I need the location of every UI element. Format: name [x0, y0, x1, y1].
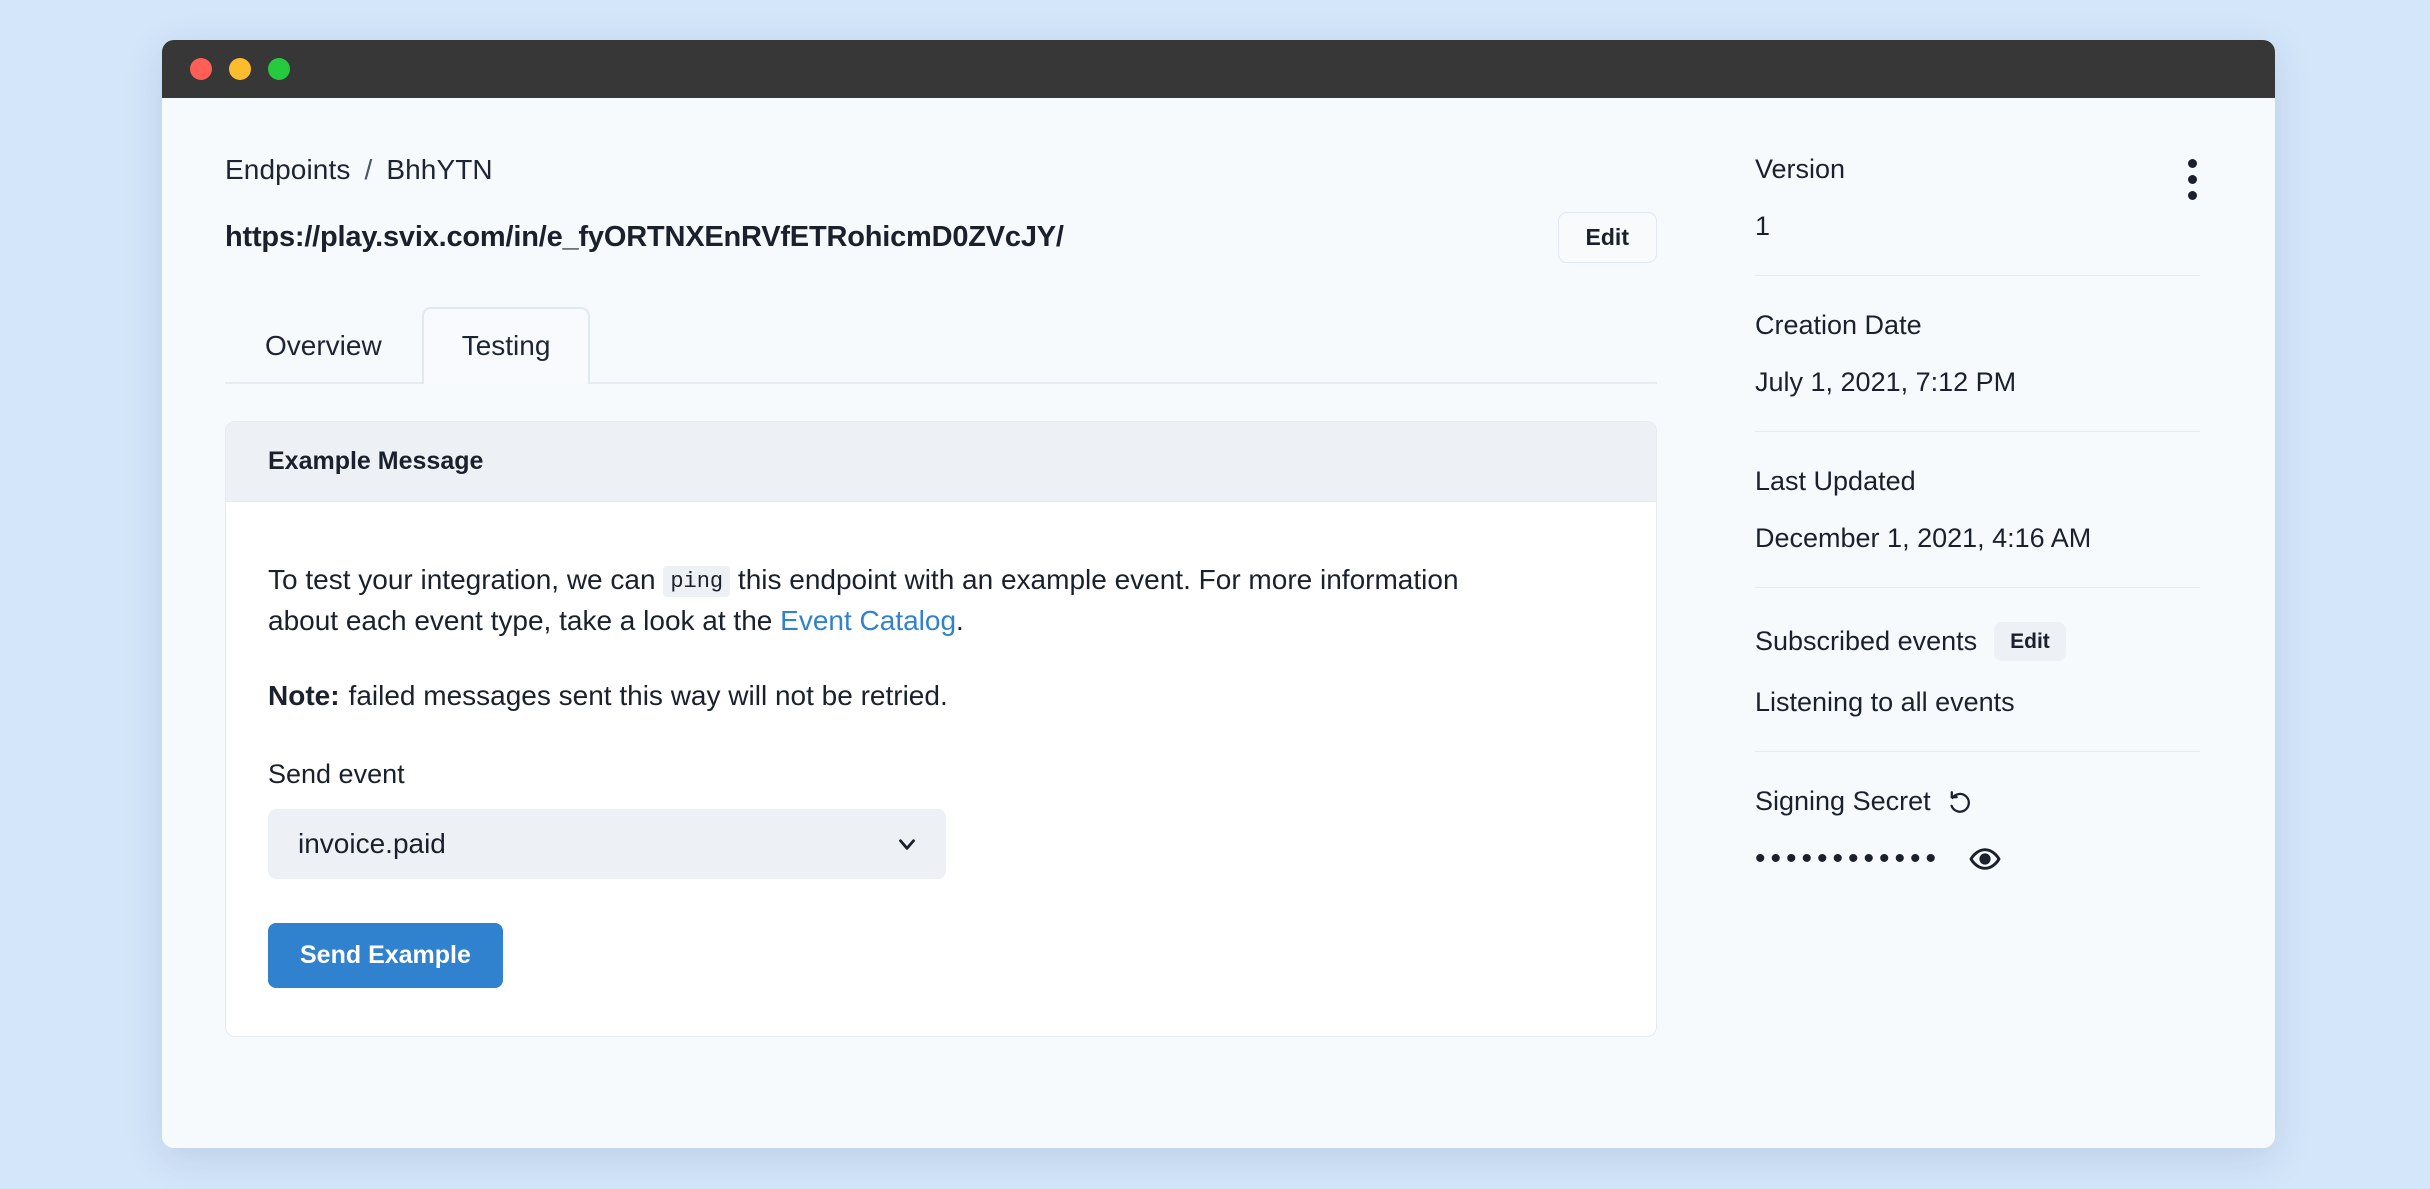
breadcrumb-current: BhhYTN: [386, 154, 492, 186]
kebab-dot-2: [2188, 175, 2197, 184]
version-label: Version: [1755, 154, 2200, 185]
kebab-dot-1: [2188, 159, 2197, 168]
edit-subscribed-events-button[interactable]: Edit: [1994, 622, 2066, 661]
sidebar-section-version: Version 1: [1755, 154, 2200, 275]
note-text: failed messages sent this way will not b…: [349, 680, 948, 711]
paragraph-text-1: To test your integration, we can: [268, 564, 663, 595]
send-example-button[interactable]: Send Example: [268, 923, 503, 988]
app-window: Endpoints / BhhYTN https://play.svix.com…: [162, 40, 2275, 1148]
main-column: Endpoints / BhhYTN https://play.svix.com…: [162, 98, 1697, 1148]
breadcrumb: Endpoints / BhhYTN: [225, 154, 1697, 186]
kebab-dot-3: [2188, 191, 2197, 200]
kebab-menu-icon[interactable]: [2182, 153, 2203, 206]
window-titlebar: [162, 40, 2275, 98]
ping-code-snippet: ping: [663, 566, 730, 597]
sidebar-section-signing-secret: Signing Secret ••••••••••••: [1755, 751, 2200, 908]
last-updated-value: December 1, 2021, 4:16 AM: [1755, 523, 2200, 554]
app-content: Endpoints / BhhYTN https://play.svix.com…: [162, 98, 2275, 1148]
send-event-label: Send event: [268, 759, 1614, 790]
subscribed-events-label-row: Subscribed events Edit: [1755, 622, 2200, 661]
window-maximize-button[interactable]: [268, 58, 290, 80]
sidebar-section-last-updated: Last Updated December 1, 2021, 4:16 AM: [1755, 431, 2200, 587]
note-prefix: Note:: [268, 680, 340, 711]
sidebar-section-subscribed-events: Subscribed events Edit Listening to all …: [1755, 587, 2200, 751]
creation-date-value: July 1, 2021, 7:12 PM: [1755, 367, 2200, 398]
signing-secret-masked-value: ••••••••••••: [1755, 844, 1941, 874]
signing-secret-label-row: Signing Secret: [1755, 786, 2200, 817]
subscribed-events-value: Listening to all events: [1755, 687, 2200, 718]
note-line: Note: failed messages sent this way will …: [268, 680, 1614, 712]
card-body: To test your integration, we can ping th…: [226, 502, 1656, 1036]
window-close-button[interactable]: [190, 58, 212, 80]
send-event-select-wrapper: invoice.paid: [268, 809, 946, 879]
sidebar-section-creation-date: Creation Date July 1, 2021, 7:12 PM: [1755, 275, 2200, 431]
signing-secret-label: Signing Secret: [1755, 786, 1931, 817]
endpoint-header-row: https://play.svix.com/in/e_fyORTNXEnRVfE…: [225, 212, 1657, 263]
example-message-card: Example Message To test your integration…: [225, 421, 1657, 1037]
tab-bar: Overview Testing: [225, 307, 1657, 384]
tab-testing[interactable]: Testing: [422, 307, 591, 384]
signing-secret-row: ••••••••••••: [1755, 843, 2200, 875]
last-updated-label: Last Updated: [1755, 466, 2200, 497]
eye-icon[interactable]: [1969, 843, 2001, 875]
event-catalog-link[interactable]: Event Catalog: [780, 605, 956, 636]
tab-overview[interactable]: Overview: [225, 307, 422, 382]
version-value: 1: [1755, 211, 2200, 242]
paragraph-text-3: .: [956, 605, 964, 636]
edit-endpoint-button[interactable]: Edit: [1558, 212, 1657, 263]
window-minimize-button[interactable]: [229, 58, 251, 80]
send-event-select[interactable]: invoice.paid: [268, 809, 946, 879]
card-title: Example Message: [226, 422, 1656, 502]
breadcrumb-separator: /: [364, 154, 372, 186]
intro-paragraph: To test your integration, we can ping th…: [268, 559, 1523, 642]
breadcrumb-endpoints-link[interactable]: Endpoints: [225, 154, 350, 186]
subscribed-events-label: Subscribed events: [1755, 626, 1977, 657]
details-sidebar: Version 1 Creation Date July 1, 2021, 7:…: [1697, 98, 2275, 1148]
endpoint-url: https://play.svix.com/in/e_fyORTNXEnRVfE…: [225, 221, 1064, 254]
rotate-ccw-icon[interactable]: [1948, 789, 1974, 815]
creation-date-label: Creation Date: [1755, 310, 2200, 341]
